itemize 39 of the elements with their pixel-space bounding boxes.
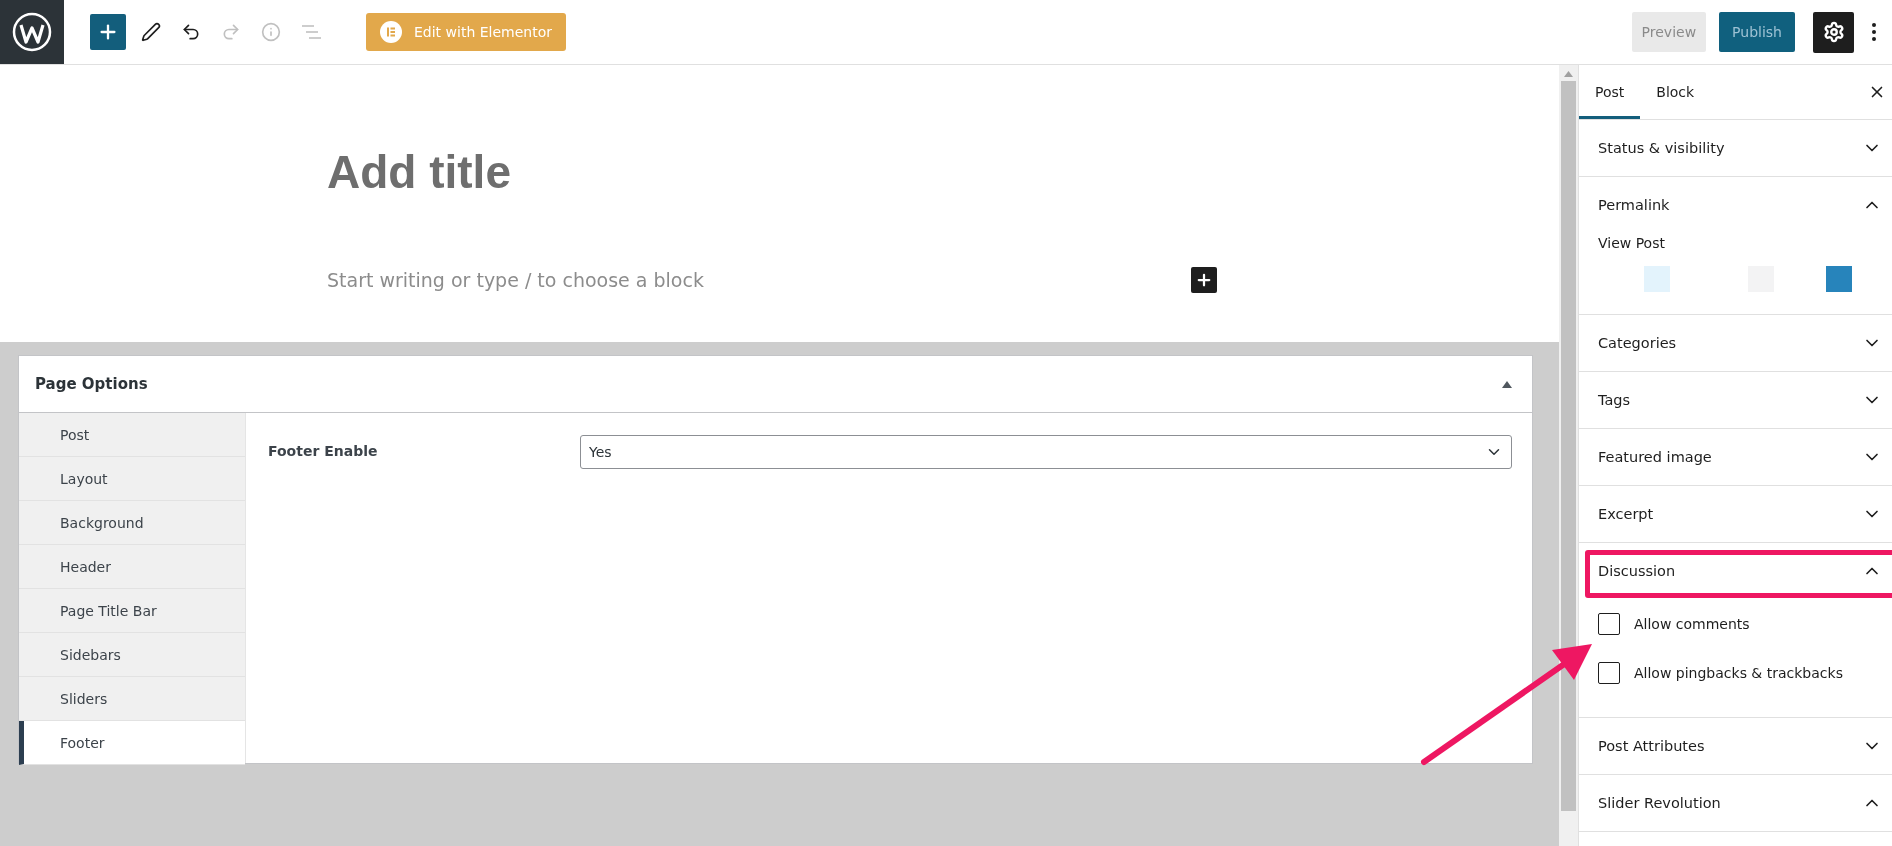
info-icon — [261, 22, 281, 42]
triangle-icon — [1502, 380, 1512, 388]
checkbox[interactable] — [1598, 612, 1620, 635]
field-label: Footer Enable — [268, 442, 379, 459]
panel-header[interactable]: Excerpt — [1579, 486, 1892, 542]
publish-button[interactable]: Publish — [1719, 12, 1795, 52]
panel-header[interactable]: Categories — [1579, 315, 1892, 371]
elementor-icon — [380, 21, 402, 43]
kebab-icon — [1872, 23, 1876, 41]
panel-title: Page Options — [35, 375, 148, 393]
panel-header[interactable]: Tags — [1579, 372, 1892, 428]
add-block-button[interactable] — [90, 14, 126, 50]
nav-item[interactable]: Footer — [19, 721, 245, 765]
checkbox-label: Allow pingbacks & trackbacks — [1634, 664, 1843, 681]
wordpress-logo[interactable] — [0, 0, 64, 64]
select-field[interactable]: Yes — [580, 435, 1512, 469]
pen-icon — [141, 22, 161, 42]
title-field[interactable]: Add title — [327, 145, 1217, 209]
panel-header[interactable]: Post Attributes — [1579, 718, 1892, 774]
checkbox-label: Allow comments — [1634, 615, 1750, 632]
logo-icon — [12, 12, 52, 52]
outline-icon — [300, 22, 322, 42]
settings-button[interactable] — [1813, 11, 1854, 53]
view-post-link[interactable]: View Post — [1598, 235, 1665, 251]
redo-icon — [221, 22, 241, 42]
undo-icon — [181, 22, 201, 42]
add-block-button[interactable] — [1191, 267, 1217, 293]
plus-icon — [1195, 271, 1213, 289]
panel-header[interactable]: Discussion — [1579, 543, 1892, 599]
sidebar-tab[interactable]: Post — [1579, 65, 1641, 119]
panel-header[interactable]: Status & visibility — [1579, 120, 1892, 176]
checkbox[interactable] — [1598, 661, 1620, 684]
panel-header[interactable]: Featured image — [1579, 429, 1892, 485]
sidebar-tab[interactable]: Block — [1640, 65, 1711, 119]
panel-header[interactable]: Permalink — [1579, 177, 1892, 233]
settings-icon — [1822, 21, 1845, 43]
scrollbar[interactable] — [1559, 65, 1578, 846]
panel-header[interactable]: Slider Revolution — [1579, 775, 1892, 831]
scroll-thumb[interactable] — [1561, 81, 1576, 811]
